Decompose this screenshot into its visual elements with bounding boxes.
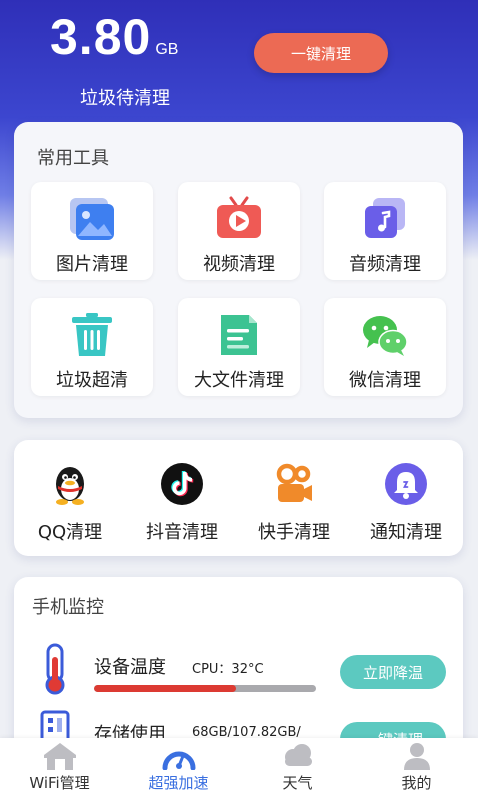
cool-down-button[interactable]: 立即降温 [340, 655, 446, 689]
junk-size-readout: 3.80 GB [50, 8, 178, 66]
tool-image-clean[interactable]: 图片清理 [31, 182, 153, 280]
app-label: 抖音清理 [146, 522, 218, 543]
home-icon [43, 743, 76, 770]
app-kuaishou-clean[interactable]: 快手清理 [238, 462, 350, 543]
tab-label: 我的 [401, 774, 432, 792]
app-label: 通知清理 [370, 522, 442, 543]
tab-label: 超强加速 [148, 774, 209, 792]
douyin-icon [161, 463, 203, 505]
app-clean-card: QQ清理 抖音清理 快手清理 通知清理 [14, 440, 463, 556]
tool-label: 微信清理 [349, 370, 421, 391]
app-label: 快手清理 [258, 522, 330, 543]
tab-profile[interactable]: 我的 [357, 738, 476, 798]
monitor-row-value: CPU：32°C [192, 662, 264, 677]
document-icon [221, 315, 257, 355]
temperature-bar-fill [94, 685, 237, 692]
junk-size-value: 3.80 [50, 9, 152, 65]
tool-junk-deep-clean[interactable]: 垃圾超清 [31, 298, 153, 396]
tool-label: 垃圾超清 [56, 370, 128, 391]
image-icon [70, 198, 114, 240]
cloud-icon [284, 744, 312, 766]
video-tv-icon [217, 196, 261, 238]
speedometer-icon [162, 751, 195, 770]
one-click-clean-button[interactable]: 一键清理 [254, 33, 388, 73]
tool-label: 图片清理 [56, 254, 128, 275]
tool-label: 大文件清理 [194, 370, 284, 391]
tab-weather[interactable]: 天气 [238, 738, 357, 798]
user-icon [403, 743, 430, 770]
junk-label: 垃圾待清理 [80, 88, 170, 109]
kuaishou-camera-icon [276, 463, 312, 502]
tool-label: 视频清理 [203, 254, 275, 275]
common-tools-title: 常用工具 [37, 148, 109, 169]
trash-bin-icon [72, 313, 112, 356]
tool-video-clean[interactable]: 视频清理 [178, 182, 300, 280]
app-qq-clean[interactable]: QQ清理 [14, 462, 126, 543]
bottom-tab-bar: WiFi管理 超强加速 天气 我的 [0, 738, 478, 798]
bell-icon [385, 463, 427, 505]
tab-wifi-manage[interactable]: WiFi管理 [0, 738, 119, 798]
app-label: QQ清理 [37, 522, 103, 543]
wechat-icon [363, 316, 408, 356]
tab-label: 天气 [282, 774, 313, 792]
common-tools-card: 常用工具 图片清理 视频清理 音频清理 垃圾超清 大文件清理 微信清理 [14, 122, 463, 418]
tab-label: WiFi管理 [29, 774, 90, 792]
phone-monitor-title: 手机监控 [32, 597, 104, 618]
tool-wechat-clean[interactable]: 微信清理 [324, 298, 446, 396]
tab-super-boost[interactable]: 超强加速 [119, 738, 238, 798]
app-douyin-clean[interactable]: 抖音清理 [126, 462, 238, 543]
app-notification-clean[interactable]: 通知清理 [350, 462, 462, 543]
temperature-bar [94, 685, 316, 692]
monitor-row-name: 设备温度 [94, 657, 166, 678]
tool-audio-clean[interactable]: 音频清理 [324, 182, 446, 280]
device-temperature-row: 设备温度 CPU：32°C 立即降温 [14, 643, 463, 703]
tool-label: 音频清理 [349, 254, 421, 275]
tool-large-file-clean[interactable]: 大文件清理 [178, 298, 300, 396]
qq-penguin-icon [56, 467, 84, 505]
junk-size-unit: GB [155, 41, 179, 58]
music-note-icon [365, 198, 405, 238]
thermometer-icon [45, 643, 65, 695]
